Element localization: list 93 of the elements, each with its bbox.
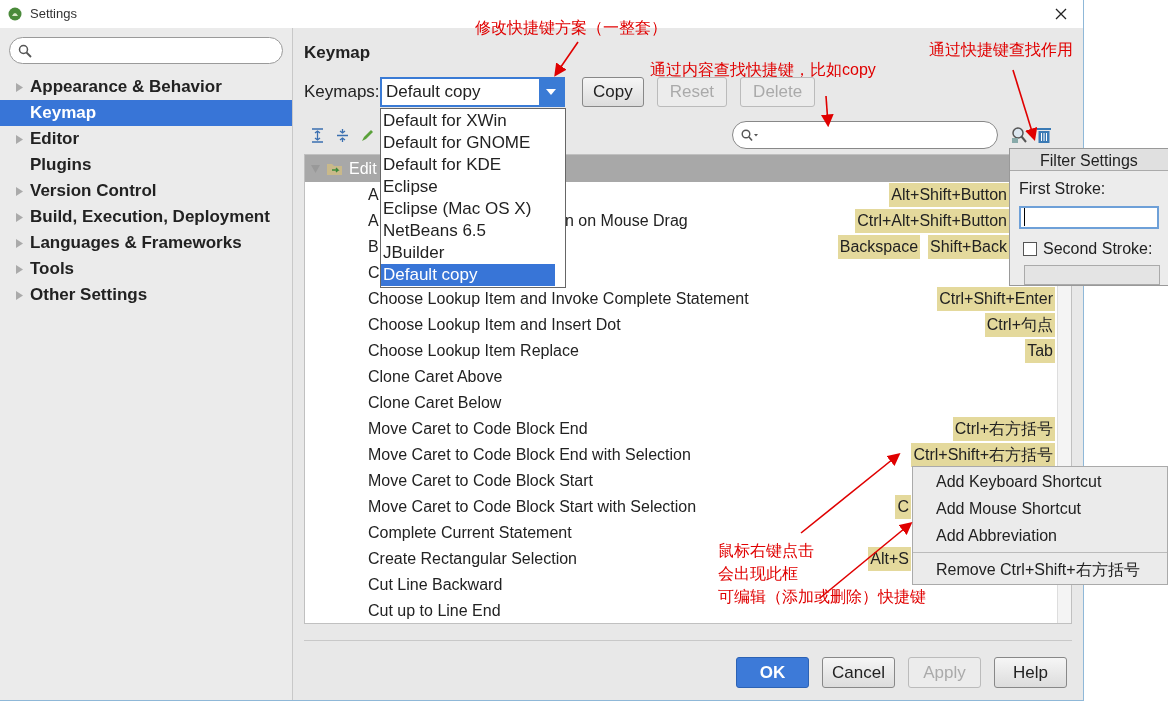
first-stroke-field[interactable] — [1019, 206, 1159, 229]
page-heading: Keymap — [304, 42, 371, 64]
sidebar-item[interactable]: Plugins — [0, 152, 292, 178]
action-name: B — [368, 237, 379, 257]
search-field[interactable] — [9, 37, 283, 64]
dialog-button[interactable]: OK — [736, 657, 809, 688]
dropdown-option[interactable]: Default for GNOME — [381, 132, 555, 154]
annotation-text: 鼠标右键点击 — [718, 541, 814, 561]
annotation-arrow — [554, 41, 579, 77]
dialog-button[interactable]: Help — [994, 657, 1067, 688]
action-name: Choose Lookup Item Replace — [368, 341, 579, 361]
collapse-all-icon[interactable] — [335, 127, 350, 143]
menu-item[interactable]: Add Mouse Shortcut — [913, 495, 1167, 522]
search-icon — [741, 128, 759, 142]
expand-caret-icon[interactable] — [16, 290, 23, 300]
action-name: Move Caret to Code Block End — [368, 419, 588, 439]
action-name: Choose Lookup Item and Invoke Complete Statement — [368, 289, 749, 309]
dropdown-option[interactable]: Default for KDE — [381, 154, 555, 176]
shortcut-badge: C — [895, 495, 911, 519]
tree-node-label: Edit — [349, 158, 377, 179]
action-name: n on Mouse Drag — [565, 211, 688, 231]
folder-icon — [326, 161, 343, 176]
expand-caret-icon[interactable] — [16, 186, 23, 196]
action-name: Complete Current Statement — [368, 523, 572, 543]
shortcut-badge: Ctrl+Alt+Shift+Button — [855, 209, 1009, 233]
sidebar-item[interactable]: Keymap — [0, 100, 292, 126]
expand-caret-icon[interactable] — [16, 82, 23, 92]
action-name: Move Caret to Code Block End with Selection — [368, 445, 691, 465]
shortcut-badge: Alt+S — [868, 547, 911, 571]
dropdown-option[interactable]: Default for XWin — [381, 110, 555, 132]
annotation-text: 修改快捷键方案（一整套） — [475, 18, 667, 38]
annotation-text: 通过快捷键查找作用 — [929, 40, 1073, 60]
pencil-icon[interactable] — [360, 127, 375, 143]
action-name: Move Caret to Code Block Start — [368, 471, 593, 491]
caret-icon — [546, 89, 556, 95]
close-icon[interactable] — [1055, 8, 1067, 20]
expand-caret-icon[interactable] — [16, 264, 23, 274]
sidebar-item[interactable]: Other Settings — [0, 282, 292, 308]
shortcut-badge: Ctrl+右方括号 — [952, 417, 1055, 441]
dropdown-option[interactable]: NetBeans 6.5 — [381, 220, 555, 242]
shortcut-badge: Alt+Shift+Button — [889, 183, 1009, 207]
second-stroke-label: Second Stroke: — [1043, 238, 1153, 259]
sidebar-item[interactable]: Editor — [0, 126, 292, 152]
sidebar-item[interactable]: Appearance & Behavior — [0, 74, 292, 100]
action-name: Move Caret to Code Block Start with Selection — [368, 497, 697, 517]
popup-title: Filter Settings — [1010, 149, 1168, 171]
dropdown-option[interactable]: Eclipse (Mac OS X) — [381, 198, 555, 220]
shortcut-badge: Ctrl+句点 — [984, 313, 1055, 337]
action-name: A — [368, 211, 379, 231]
keymaps-label: Keymaps: — [304, 81, 380, 104]
sidebar-item[interactable]: Version Control — [0, 178, 292, 204]
dropdown-option[interactable]: JBuilder — [381, 242, 555, 264]
checkbox[interactable] — [1023, 241, 1037, 256]
window-title: Settings — [30, 5, 77, 24]
second-stroke-field[interactable] — [1024, 264, 1160, 285]
action-name: Cut up to Line End — [368, 601, 501, 621]
sidebar-item[interactable]: Languages & Frameworks — [0, 230, 292, 256]
app-icon — [8, 7, 22, 21]
shortcut-badge: Ctrl+Shift+Enter — [937, 287, 1055, 311]
keymap-dropdown[interactable]: Default copy — [380, 77, 565, 107]
dropdown-option[interactable]: Default copy — [381, 264, 555, 286]
shortcut-badge: Ctrl+Shift+右方括号 — [911, 443, 1055, 467]
menu-item[interactable]: Remove Ctrl+Shift+右方括号 — [913, 556, 1167, 583]
action-name: Clone Caret Below — [368, 393, 502, 413]
action-name: A — [368, 185, 379, 205]
annotation-arrow — [820, 95, 834, 128]
first-stroke-label: First Stroke: — [1018, 179, 1107, 199]
keymap-button[interactable]: Copy — [582, 77, 644, 107]
trash-icon[interactable] — [1036, 126, 1052, 144]
expand-all-icon[interactable] — [310, 127, 325, 143]
shortcut-badge: Shift+Back — [928, 235, 1009, 259]
sidebar-item[interactable]: Tools — [0, 256, 292, 282]
shortcut-badge: Backspace — [837, 235, 921, 259]
search-icon — [18, 43, 32, 58]
find-shortcut-icon[interactable] — [1010, 126, 1028, 144]
action-name: Cut Line Backward — [368, 575, 503, 595]
expand-caret-icon[interactable] — [16, 238, 23, 248]
menu-item[interactable]: Add Keyboard Shortcut — [913, 468, 1167, 495]
annotation-text: 通过内容查找快捷键，比如copy — [650, 60, 876, 80]
action-name: Choose Lookup Item and Insert Dot — [368, 315, 621, 335]
dropdown-option[interactable]: Eclipse — [381, 176, 555, 198]
menu-item[interactable]: Add Abbreviation — [913, 522, 1167, 549]
annotation-text: 可编辑（添加或删除）快捷键 — [718, 587, 926, 607]
expand-caret-icon[interactable] — [16, 134, 23, 144]
sidebar-item[interactable]: Build, Execution, Deployment — [0, 204, 292, 230]
search-field[interactable] — [732, 121, 998, 149]
action-name: Clone Caret Above — [368, 367, 503, 387]
shortcut-badge: Tab — [1025, 339, 1055, 363]
action-name: C — [368, 263, 380, 283]
action-name: Create Rectangular Selection — [368, 549, 577, 569]
expand-caret-icon[interactable] — [16, 212, 23, 222]
annotation-text: 会出现此框 — [718, 564, 798, 584]
dialog-button[interactable]: Cancel — [822, 657, 895, 688]
